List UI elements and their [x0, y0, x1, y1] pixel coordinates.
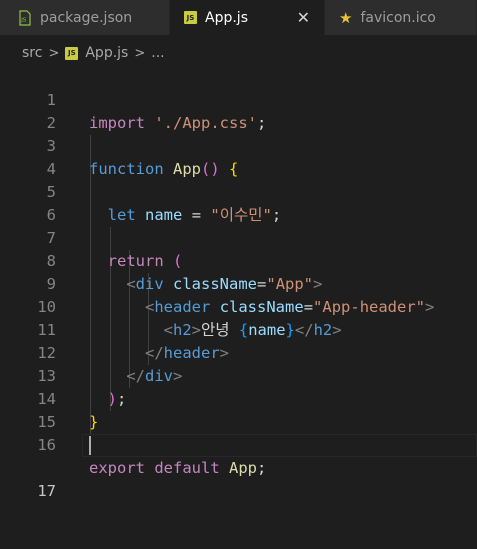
code-line: 1 import './App.css'; — [0, 66, 477, 132]
code-line: 7 return ( — [0, 204, 477, 270]
code-line: 12 </div> — [0, 319, 477, 385]
breadcrumb-folder[interactable]: src — [22, 45, 42, 61]
code-line: 13 ); — [0, 342, 477, 408]
code-line: 8 <div className="App"> — [0, 227, 477, 293]
tab-app-js[interactable]: JS App.js ✕ — [170, 0, 325, 35]
code-line: 16 export default App; — [0, 411, 477, 477]
chevron-right-icon: > — [134, 45, 146, 61]
breadcrumb-more[interactable]: ... — [151, 45, 164, 61]
code-line: 4 — [0, 135, 477, 178]
code-editor[interactable]: 1 import './App.css'; 2 3 function App()… — [0, 66, 477, 500]
tab-package-json[interactable]: JS package.json — [0, 0, 170, 35]
tab-favicon-ico[interactable]: ★ favicon.ico — [325, 0, 477, 35]
json-file-icon: JS — [18, 9, 32, 26]
code-line: 10 <h2>안녕 {name}</h2> — [0, 273, 477, 339]
star-icon: ★ — [339, 8, 353, 27]
current-line[interactable]: 17 — [0, 434, 477, 500]
code-line: 5 let name = "이수민"; — [0, 158, 477, 224]
breadcrumb: src > JS App.js > ... — [0, 42, 477, 64]
tab-bar: JS package.json JS App.js ✕ ★ favicon.ic… — [0, 0, 477, 35]
tab-label: favicon.ico — [360, 9, 436, 26]
js-file-icon: JS — [65, 46, 79, 60]
code-line: 3 function App() { — [0, 112, 477, 178]
js-file-icon: JS — [184, 11, 197, 24]
code-line: 14 } — [0, 365, 477, 431]
code-line: 9 <header className="App-header"> — [0, 250, 477, 316]
chevron-right-icon: > — [48, 45, 60, 61]
svg-text:JS: JS — [20, 17, 27, 23]
current-line-highlight — [82, 434, 477, 457]
close-icon[interactable]: ✕ — [297, 9, 310, 26]
code-line: 6 — [0, 181, 477, 224]
tab-label: App.js — [205, 9, 248, 26]
code-line: 2 — [0, 89, 477, 132]
text-cursor — [89, 436, 91, 455]
breadcrumb-file[interactable]: App.js — [85, 45, 128, 61]
code-line: 11 </header> — [0, 296, 477, 362]
line-number: 17 — [37, 482, 56, 500]
code-line: 15 — [0, 388, 477, 431]
tab-label: package.json — [40, 9, 133, 26]
